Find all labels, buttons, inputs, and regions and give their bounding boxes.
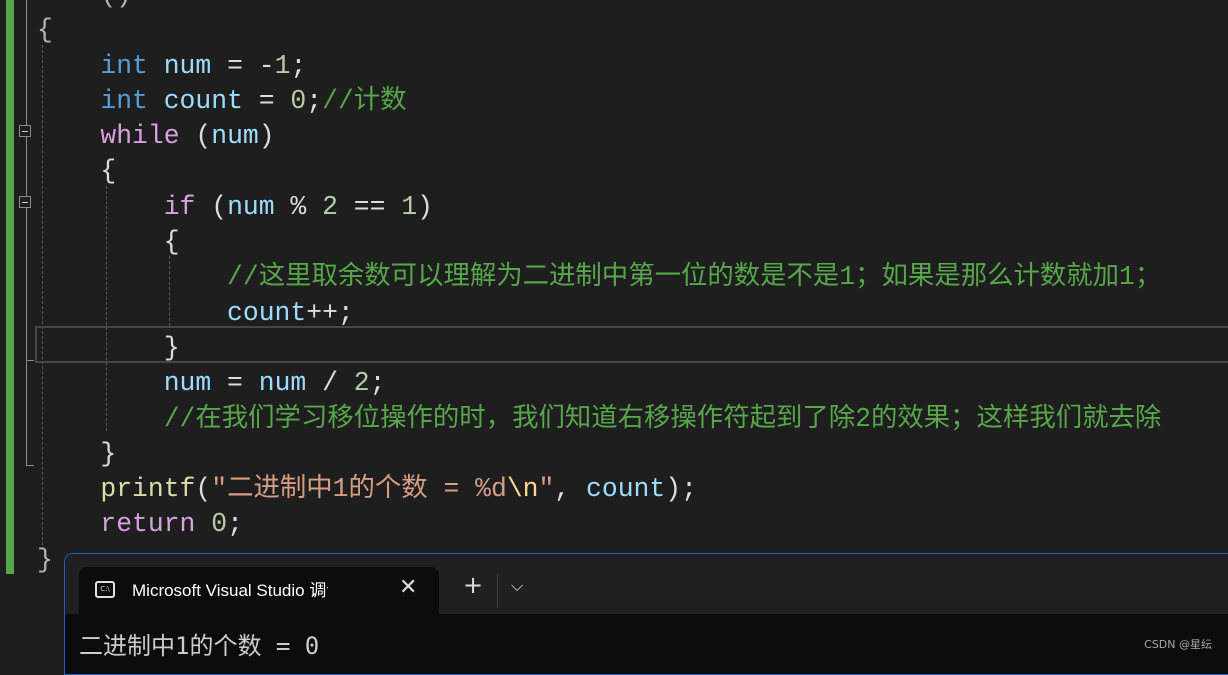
code-token: while — [100, 121, 180, 152]
code-token: count — [586, 474, 666, 505]
code-line: num = num / 2; — [37, 366, 1161, 401]
close-tab-icon[interactable]: ✕ — [399, 575, 417, 600]
code-token: 2 — [322, 191, 338, 222]
code-token: { — [37, 156, 117, 187]
code-token: 2 — [353, 368, 370, 399]
code-token: = - — [211, 50, 275, 81]
code-token: //这里取余数可以理解为二进制中第一位的数是不是1；如果是那么计数就加1； — [227, 262, 1162, 293]
code-token: % — [274, 191, 323, 222]
code-token: count — [227, 297, 307, 328]
code-token: ) — [258, 121, 275, 152]
code-token: "二进制中1的个数 = %d — [211, 474, 507, 505]
code-token: ; — [369, 368, 386, 399]
code-token: ++; — [306, 297, 354, 328]
code-line: count++; — [37, 296, 1161, 331]
code-token: count — [163, 85, 243, 116]
code-line: } — [37, 331, 1161, 366]
code-token: num — [227, 191, 275, 222]
changed-lines-indicator — [6, 0, 14, 574]
collapse-if-icon[interactable] — [19, 196, 31, 208]
code-token: = — [242, 85, 291, 116]
code-token: " — [538, 474, 555, 505]
divider — [497, 574, 498, 608]
code-line: return 0; — [37, 507, 1161, 542]
code-line: { — [37, 225, 1161, 260]
code-token: if — [163, 191, 196, 222]
code-token: int — [100, 50, 148, 81]
code-token: ; — [227, 509, 243, 540]
collapse-while-icon[interactable] — [19, 125, 31, 137]
code-token: return — [100, 509, 196, 540]
terminal-output: 二进制中1的个数 = 0 — [79, 632, 320, 660]
code-line: { — [37, 13, 1161, 48]
code-token: num — [163, 50, 212, 81]
code-token: ; — [290, 50, 307, 81]
code-token: ( — [195, 191, 228, 222]
code-token: num — [163, 368, 212, 399]
code-token: 1 — [274, 50, 291, 81]
code-token: 0 — [211, 509, 228, 540]
terminal-tab[interactable]: C:\ Microsoft Visual Studio 调试控 ✕ — [79, 567, 439, 614]
code-editor[interactable]: (){ int num = -1; int count = 0;//计数 whi… — [37, 0, 1161, 578]
code-token: 0 — [290, 85, 307, 116]
code-token: } — [37, 544, 53, 575]
code-token: num — [211, 121, 259, 152]
watermark: CSDN @星纭 — [1144, 638, 1212, 651]
code-line: //在我们学习移位操作的时，我们知道右移操作符起到了除2的效果；这样我们就去除 — [37, 402, 1162, 437]
code-token: } — [37, 332, 180, 363]
outline-end — [26, 360, 34, 361]
code-token: int — [100, 85, 148, 116]
code-line: () — [37, 0, 1161, 13]
code-line: while (num) — [37, 119, 1161, 154]
code-token: { — [37, 15, 53, 46]
code-line: if (num % 2 == 1) — [37, 190, 1161, 225]
new-tab-button[interactable]: + — [463, 572, 483, 598]
code-token: / — [306, 368, 354, 399]
code-token: } — [37, 438, 117, 469]
code-token: ; — [306, 85, 323, 116]
code-token: , — [554, 474, 587, 505]
code-token: printf — [100, 474, 196, 505]
code-line: } — [37, 437, 1161, 472]
code-token: \n — [506, 474, 539, 505]
console-icon: C:\ — [95, 581, 115, 598]
terminal-tab-bar: C:\ Microsoft Visual Studio 调试控 ✕ + ⌵ — [65, 554, 1228, 614]
code-token: ( — [195, 474, 212, 505]
code-token: 1 — [401, 191, 418, 222]
outline-line — [26, 0, 27, 465]
code-line: int count = 0;//计数 — [37, 84, 1161, 119]
code-token: ); — [665, 474, 697, 505]
code-line: printf("二进制中1的个数 = %d\n", count); — [37, 472, 1161, 507]
code-token: //在我们学习移位操作的时，我们知道右移操作符起到了除2的效果；这样我们就去除 — [163, 403, 1162, 434]
code-line: int num = -1; — [37, 49, 1161, 84]
code-token: num — [258, 368, 307, 399]
code-token: == — [337, 191, 402, 222]
code-token: //计数 — [322, 85, 407, 116]
code-token: ) — [417, 191, 433, 222]
chevron-down-icon[interactable]: ⌵ — [511, 576, 523, 596]
code-token: { — [37, 227, 180, 258]
code-token: () — [37, 0, 132, 10]
terminal-window: C:\ Microsoft Visual Studio 调试控 ✕ + ⌵ 二进… — [64, 553, 1228, 675]
code-line: { — [37, 154, 1161, 189]
outline-end — [26, 465, 34, 466]
code-line: //这里取余数可以理解为二进制中第一位的数是不是1；如果是那么计数就加1； — [37, 260, 1161, 295]
code-token: = — [211, 368, 259, 399]
code-token: ( — [179, 121, 212, 152]
tab-title: Microsoft Visual Studio 调试控 — [132, 581, 328, 600]
